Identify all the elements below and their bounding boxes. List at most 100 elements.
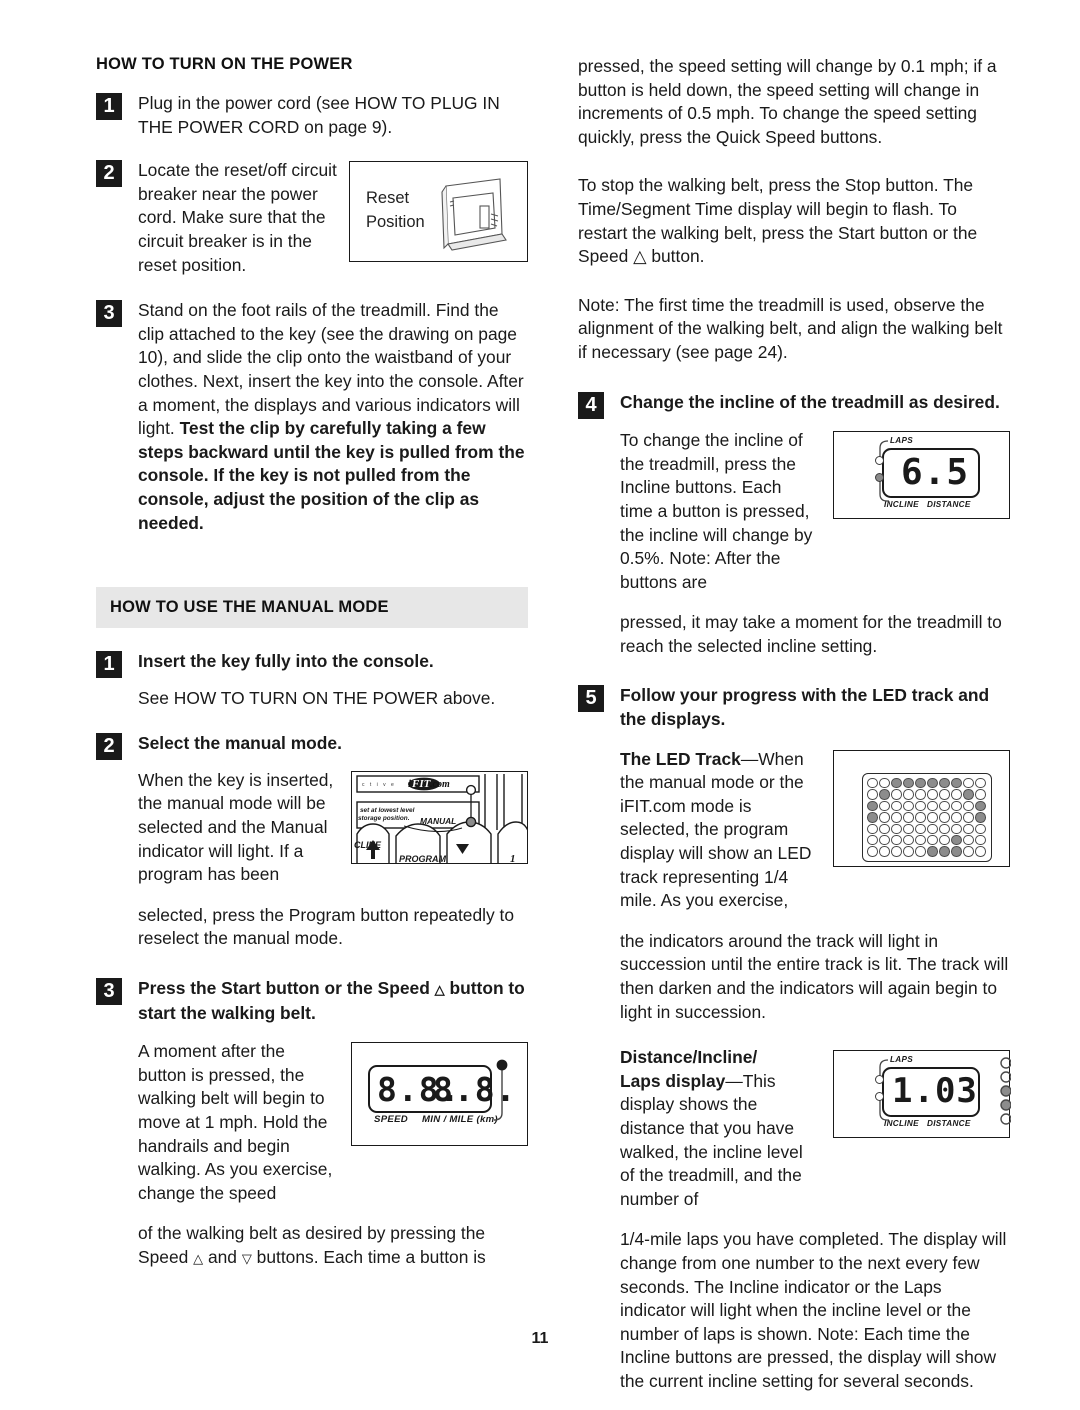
step-number-badge: 4 [578, 391, 604, 419]
led-track-paragraph-part2: the indicators around the track will lig… [620, 930, 1009, 1022]
led-track-dot [915, 812, 926, 823]
step-4-title: Change the incline of the treadmill as d… [620, 391, 1000, 412]
speed-indicator-leader [493, 1059, 508, 1121]
led-track-dot [879, 789, 890, 800]
led-track-dot [939, 812, 950, 823]
led-track-dot [867, 789, 878, 800]
manual-step-2-title: Select the manual mode. [138, 733, 342, 754]
led-track-dot [879, 846, 890, 857]
led-track-dot [939, 823, 950, 834]
led-track-dot [939, 778, 950, 789]
led-track-dot [975, 846, 986, 857]
console-number-label: 1 [510, 853, 516, 864]
led-track-dot [879, 778, 890, 789]
led-track-dot [903, 835, 914, 846]
speed-up-triangle-icon: △ [193, 1250, 204, 1266]
manual-page: HOW TO TURN ON THE POWER 1 Plug in the p… [0, 0, 1080, 1397]
reset-position-figure: Reset Position [349, 161, 528, 263]
step-5-title: Follow your progress with the LED track … [620, 685, 990, 730]
console-drawing: c t i v e i FIT .com set at lowest level… [354, 773, 527, 864]
console-figure: c t i v e i FIT .com set at lowest level… [351, 770, 528, 864]
led-track-dot [891, 789, 902, 800]
led-track-dot [927, 835, 938, 846]
continuation-paragraph-1: pressed, the speed setting will change b… [578, 56, 997, 147]
step-number-badge: 3 [96, 300, 122, 328]
step-4-incline: 4 Change the incline of the treadmill as… [578, 391, 1010, 659]
led-track-dot [927, 812, 938, 823]
led-track-dot [915, 823, 926, 834]
laps-text-1: This display shows the distance that you… [620, 1070, 803, 1209]
m3-p2b: and [203, 1246, 242, 1267]
console-program-label: PROGRAM [399, 854, 447, 864]
led-track-dot [927, 800, 938, 812]
step-3-text: Stand on the foot rails of the treadmill… [138, 299, 528, 535]
led-track-dot [867, 823, 878, 834]
svg-text:.com: .com [430, 779, 450, 790]
led-track-dot [891, 812, 902, 823]
led-track-dot [891, 800, 902, 812]
step-5-progress: 5 Follow your progress with the LED trac… [578, 684, 1011, 1393]
led-track-dot [879, 823, 890, 834]
led-track-dot [879, 800, 890, 812]
manual-step-2-body-part1: When the key is inserted, the manual mod… [138, 769, 334, 885]
step-1-text: Plug in the power cord (see HOW TO PLUG … [138, 93, 500, 137]
laps-bold-label-1: Distance/Incline/ [620, 1047, 758, 1068]
incline-display-figure-wrap: 6.5 LAPS INCLINE DISTANCE [833, 431, 1010, 520]
led-track-dot [927, 846, 938, 857]
console-ifit-logo: i FIT .com [408, 777, 450, 791]
led-track-dot [939, 789, 950, 800]
console-incline-label: CLINE [354, 840, 382, 850]
led-track-dot [951, 835, 962, 846]
step-1-power: 1 Plug in the power cord (see HOW TO PLU… [96, 92, 528, 139]
speed-up-triangle-icon: △ [434, 982, 445, 998]
incline-display-figure: 6.5 LAPS INCLINE DISTANCE [833, 431, 1010, 520]
manual-step-3-title: Press the Start button or the Speed △ bu… [138, 977, 528, 1025]
manual-step-3-body-part2: of the walking belt as desired by pressi… [138, 1222, 528, 1270]
manual-step-1-title: Insert the key fully into the console. [138, 651, 434, 672]
led-track-dot [939, 800, 950, 812]
left-column: HOW TO TURN ON THE POWER 1 Plug in the p… [96, 55, 528, 1287]
svg-text:FIT: FIT [411, 778, 432, 790]
speed-display-figure: 8.8. 8.8. SPEED MIN / MILE (km) [351, 1042, 528, 1147]
manual-step-3: 3 Press the Start button or the Speed △ … [96, 977, 528, 1271]
step-number-badge: 3 [96, 978, 122, 1006]
led-track-dot [879, 812, 890, 823]
led-track-dot [939, 835, 950, 846]
led-track-dot [963, 778, 974, 789]
led-track-dot [939, 846, 950, 857]
led-track-dot [975, 812, 986, 823]
led-track-dot [963, 800, 974, 812]
console-note-line2: storage position. [358, 815, 410, 822]
led-track-dot [867, 778, 878, 789]
led-track-grid [867, 778, 987, 858]
led-track-dot [927, 778, 938, 789]
manual-step-1-body: See HOW TO TURN ON THE POWER above. [138, 687, 496, 708]
laps-dash: — [725, 1070, 743, 1091]
led-track-dot [963, 812, 974, 823]
laps-bold-label-2: Laps display [620, 1070, 726, 1091]
led-track-dot [903, 846, 914, 857]
led-track-dot [915, 800, 926, 812]
led-track-dot [915, 778, 926, 789]
step-3-text-bold: Test the clip by carefully taking a few … [138, 418, 525, 533]
laps-display-paragraph-part2: 1/4-mile laps you have completed. The di… [620, 1229, 1007, 1391]
led-track-dot [963, 835, 974, 846]
led-track-dot [867, 846, 878, 857]
page-number: 11 [531, 1330, 549, 1347]
led-track-dot [951, 823, 962, 834]
laps-display-paragraph-part1: Distance/Incline/Laps display—This displ… [620, 1046, 818, 1211]
continuation-paragraph-3: Note: The first time the treadmill is us… [578, 294, 1003, 362]
led-track-dot [915, 789, 926, 800]
led-track-dot [891, 846, 902, 857]
step-2-power: 2 Reset Position Locate the reset/off ci… [96, 159, 528, 277]
step-number-badge: 2 [96, 733, 122, 761]
step-4-body-part2: pressed, it may take a moment for the tr… [620, 612, 1002, 656]
led-track-dot [975, 789, 986, 800]
led-track-dot [963, 823, 974, 834]
led-track-dot [903, 812, 914, 823]
led-track-dot [867, 835, 878, 846]
led-track-dot [951, 812, 962, 823]
led-track-dot [867, 812, 878, 823]
led-track-dot [951, 800, 962, 812]
laps-display-figure: 1.03 LAPS INCLINE DISTANCE [833, 1050, 1011, 1139]
